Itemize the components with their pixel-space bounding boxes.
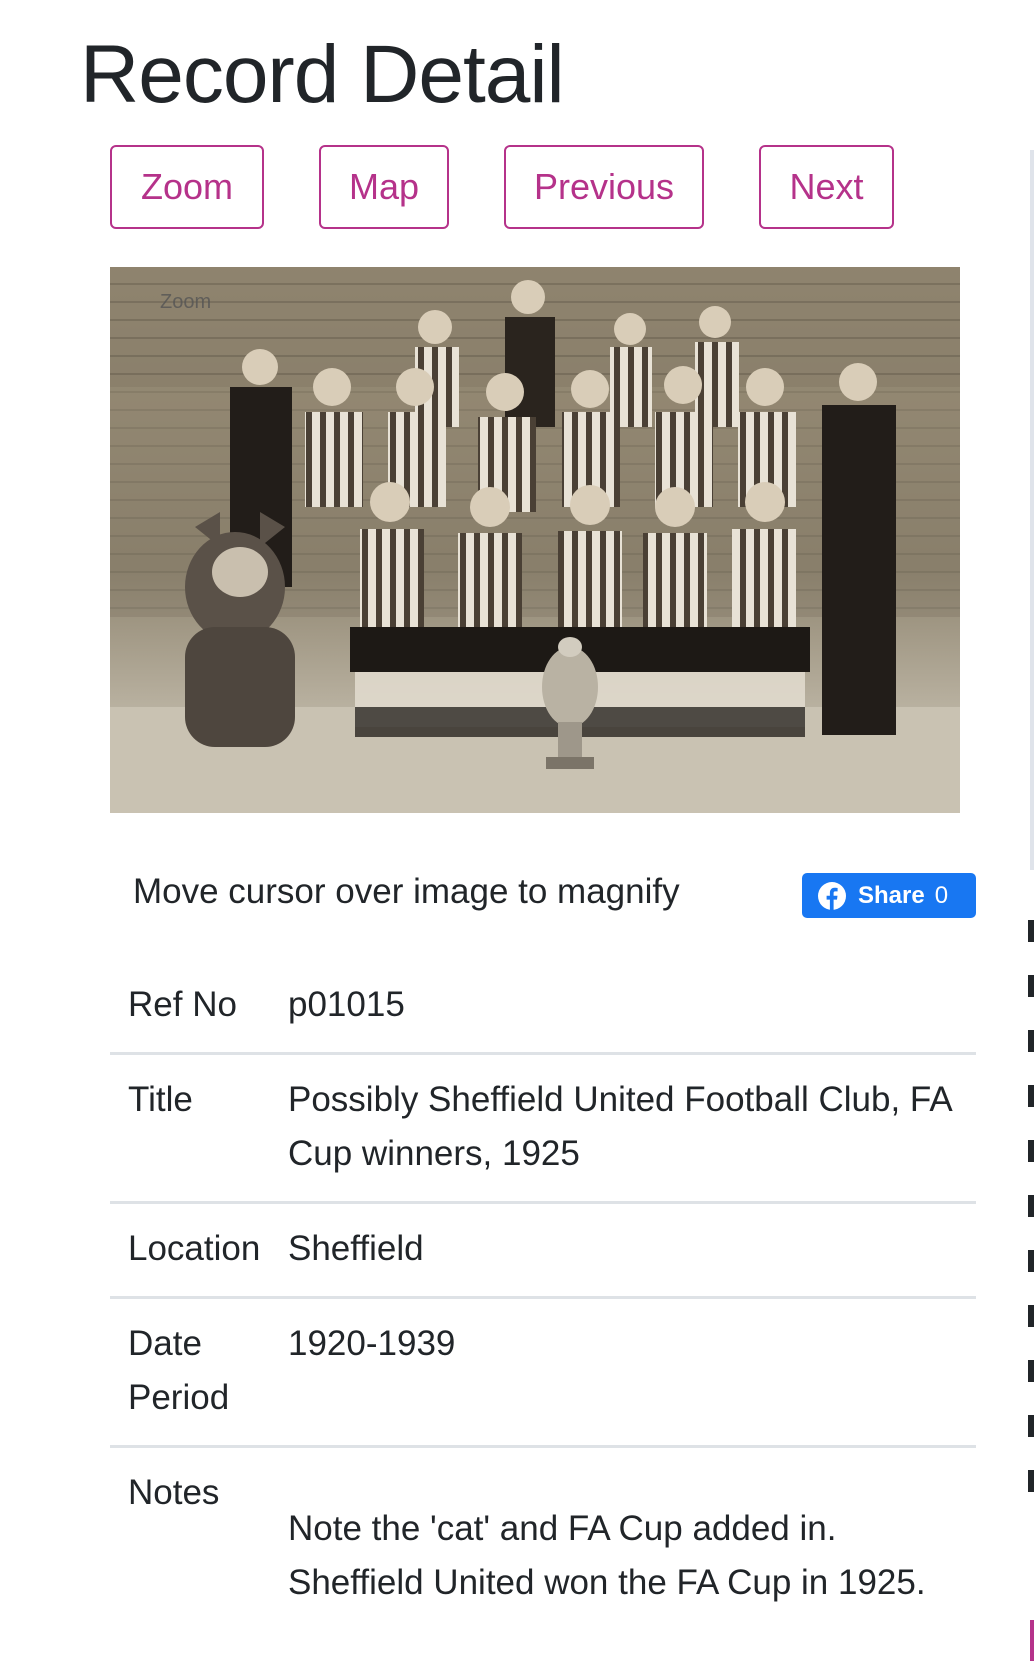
row-value-notes: Note the 'cat' and FA Cup added in. Shef… xyxy=(288,1509,926,1602)
table-row: Title Possibly Sheffield United Football… xyxy=(110,1052,976,1203)
next-button[interactable]: Next xyxy=(759,145,894,229)
share-count: 0 xyxy=(934,881,949,909)
team-photo-illustration xyxy=(110,267,960,813)
share-label: Share xyxy=(858,881,925,909)
sidebar-accent-edge xyxy=(1030,1620,1034,1661)
row-label-ref-no: Ref No xyxy=(128,985,237,1024)
magnify-instructions: Move cursor over image to magnify xyxy=(133,872,680,911)
record-details-table: Ref No p01015 Title Possibly Sheffield U… xyxy=(110,960,976,1630)
map-button[interactable]: Map xyxy=(319,145,449,229)
row-label-location: Location xyxy=(110,1201,288,1298)
table-row: Ref No p01015 xyxy=(110,960,976,1054)
table-row: Date Period 1920-1939 xyxy=(110,1296,976,1447)
row-value-location: Sheffield xyxy=(288,1201,976,1298)
sidebar-text-edge xyxy=(1028,920,1034,1525)
zoom-hint-label: Zoom xyxy=(160,291,212,313)
zoom-button[interactable]: Zoom xyxy=(110,145,264,229)
sidebar-edge xyxy=(1030,150,1034,870)
record-photo[interactable]: Zoom xyxy=(110,267,960,813)
facebook-icon xyxy=(818,881,846,910)
facebook-share-button[interactable]: Share 0 xyxy=(802,873,976,918)
record-detail-page: Record Detail Zoom Map Previous Next Zoo… xyxy=(0,0,1034,1661)
row-value-ref-no: p01015 xyxy=(288,985,405,1024)
row-label-date-period: Date Period xyxy=(110,1296,288,1447)
row-label-notes: Notes xyxy=(110,1445,288,1630)
previous-button[interactable]: Previous xyxy=(504,145,704,229)
table-row: Notes Note the 'cat' and FA Cup added in… xyxy=(110,1445,976,1630)
page-title: Record Detail xyxy=(80,29,565,120)
row-value-title: Possibly Sheffield United Football Club,… xyxy=(288,1052,976,1203)
row-label-title: Title xyxy=(110,1052,288,1203)
row-value-notes-cell: Note the 'cat' and FA Cup added in. Shef… xyxy=(288,1445,976,1630)
table-row: Location Sheffield xyxy=(110,1201,976,1298)
row-value-date-period: 1920-1939 xyxy=(288,1296,976,1447)
